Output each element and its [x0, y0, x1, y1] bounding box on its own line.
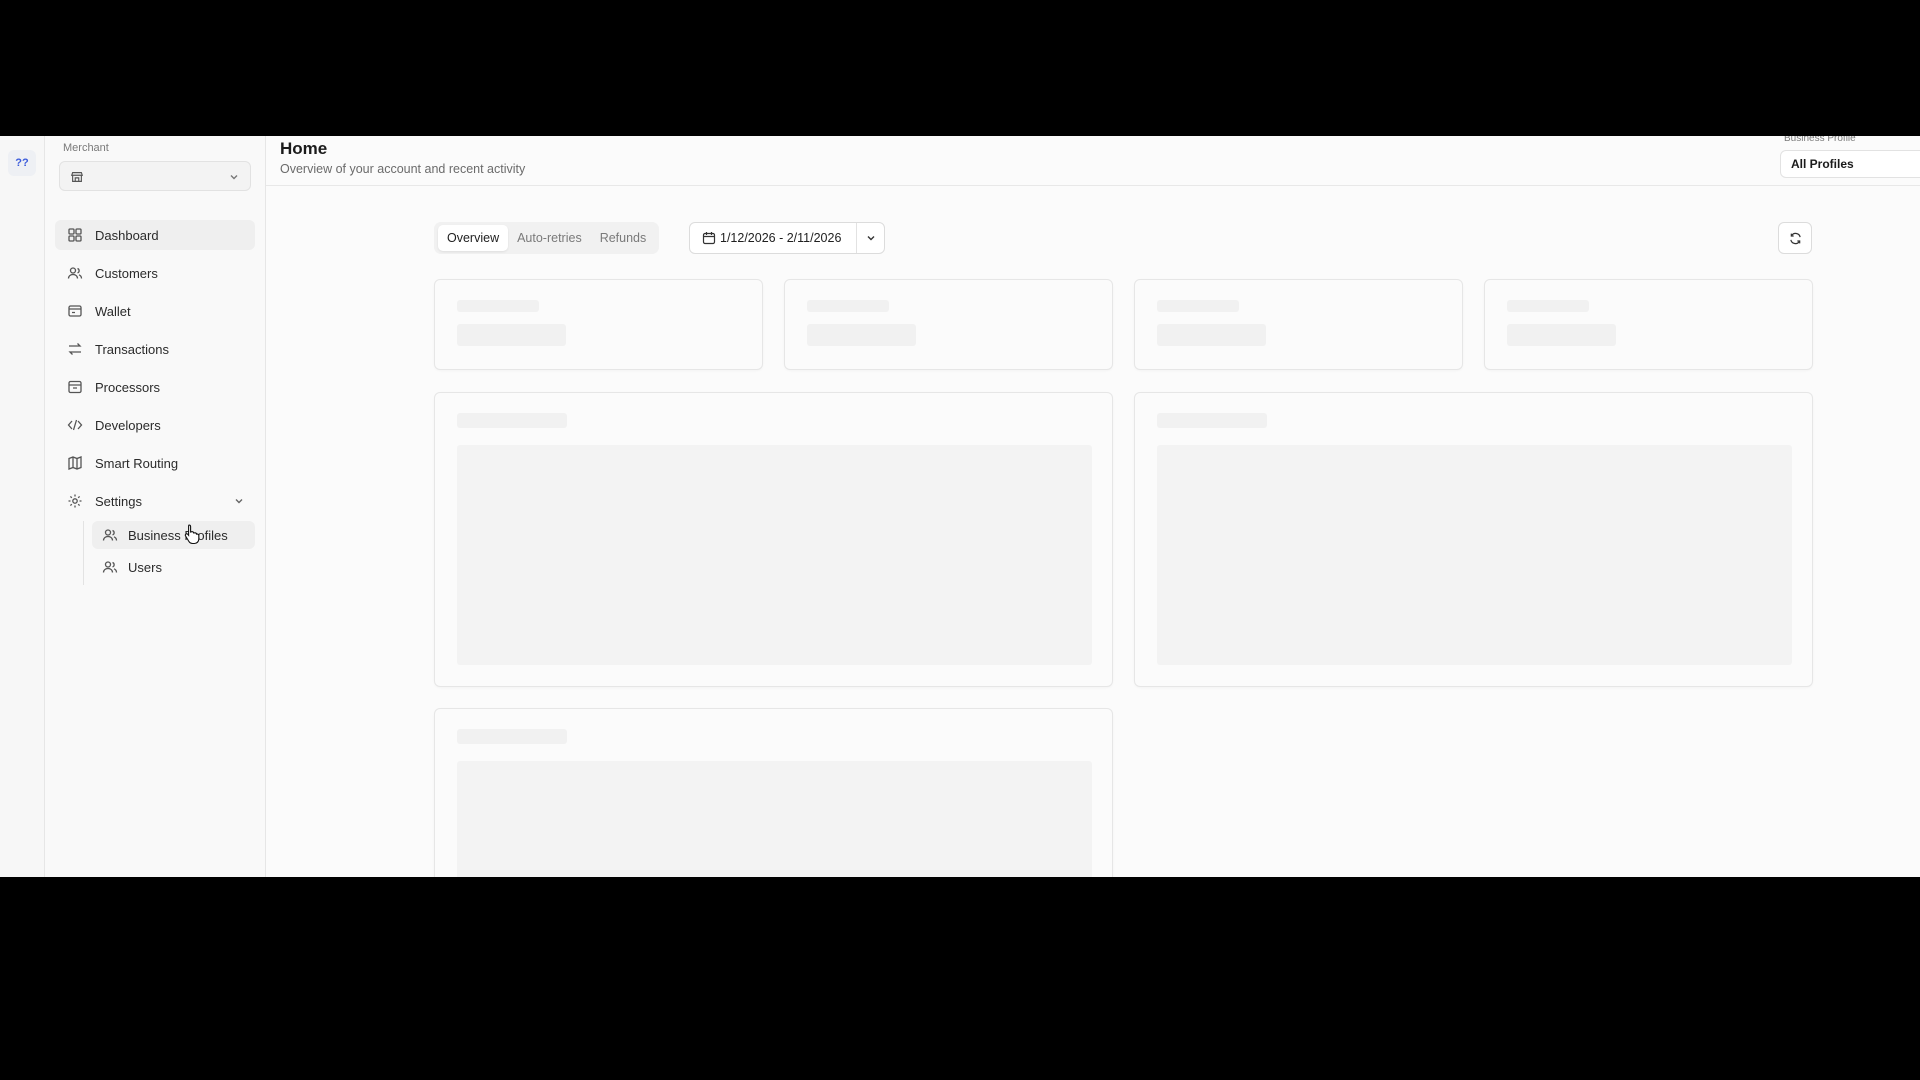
chevron-down-icon[interactable]	[233, 495, 245, 507]
sidebar-item-wallet[interactable]: Wallet	[55, 296, 255, 326]
sidebar-item-transactions[interactable]: Transactions	[55, 334, 255, 364]
sidebar-item-label: Customers	[95, 265, 158, 281]
dashboard-tabs: Overview Auto-retries Refunds	[434, 222, 660, 254]
skeleton-line	[1507, 300, 1589, 312]
chevron-down-icon	[230, 175, 238, 180]
stat-card-skeleton	[1484, 279, 1813, 370]
chart-card-skeleton	[434, 708, 1113, 877]
page-title: Home	[280, 139, 328, 158]
sidebar-item-label: Wallet	[95, 303, 131, 319]
sidebar-item-developers[interactable]: Developers	[55, 410, 255, 440]
grid-icon	[68, 228, 82, 242]
sidebar-item-label: Processors	[95, 379, 161, 395]
stat-card-skeleton	[1134, 279, 1463, 370]
refresh-icon	[1790, 232, 1801, 245]
wallet-icon	[68, 305, 82, 317]
date-range-picker[interactable]: 1/12/2026 - 2/11/2026	[689, 222, 885, 254]
skeleton-line	[1507, 324, 1616, 346]
store-icon	[70, 172, 84, 182]
skeleton-line	[457, 729, 567, 744]
skeleton-chart-area	[457, 761, 1092, 877]
business-profile-label: Business Profile	[1784, 136, 1856, 144]
merchant-select[interactable]	[59, 161, 251, 191]
sidebar-item-smart-routing[interactable]: Smart Routing	[55, 448, 255, 478]
sidebar-item-label: Users	[128, 559, 162, 575]
users-icon	[102, 529, 118, 541]
refresh-button[interactable]	[1778, 222, 1812, 254]
skeleton-chart-area	[457, 445, 1092, 665]
date-picker-divider	[856, 223, 857, 253]
settings-subnav: Business Profiles Users	[83, 521, 255, 585]
app-screen: ?? Merchant Dashboard Customers Wallet T…	[0, 136, 1920, 877]
stat-card-skeleton	[434, 279, 763, 370]
skeleton-line	[457, 324, 566, 346]
sidebar-item-label: Dashboard	[95, 227, 159, 243]
skeleton-chart-area	[1157, 445, 1792, 665]
merchant-label: Merchant	[63, 142, 109, 154]
chart-card-skeleton	[1134, 392, 1813, 687]
skeleton-line	[807, 324, 916, 346]
app-rail: ??	[0, 136, 45, 877]
business-profile-select[interactable]: All Profiles	[1780, 150, 1920, 178]
sidebar-item-business-profiles[interactable]: Business Profiles	[92, 521, 255, 549]
users-icon	[67, 267, 83, 279]
skeleton-line	[807, 300, 889, 312]
gear-icon	[68, 494, 82, 508]
sidebar-item-processors[interactable]: Processors	[55, 372, 255, 402]
skeleton-line	[1157, 324, 1266, 346]
sidebar-item-label: Smart Routing	[95, 455, 179, 471]
date-range-text: 1/12/2026 - 2/11/2026	[720, 231, 842, 245]
sidebar-item-label: Developers	[95, 417, 161, 433]
chart-card-skeleton	[434, 392, 1113, 687]
users-icon	[102, 561, 118, 573]
arrows-swap-icon	[68, 343, 82, 355]
sidebar-item-label: Transactions	[95, 341, 169, 357]
store-icon	[68, 380, 82, 394]
chevron-down-icon[interactable]	[865, 232, 877, 244]
skeleton-line	[457, 300, 539, 312]
page-header: Home Overview of your account and recent…	[266, 136, 1920, 186]
map-icon	[68, 456, 82, 470]
sidebar-item-dashboard[interactable]: Dashboard	[55, 220, 255, 250]
tab-overview[interactable]: Overview	[438, 225, 509, 251]
stat-card-skeleton	[784, 279, 1113, 370]
code-icon	[67, 419, 83, 431]
sidebar-item-users[interactable]: Users	[92, 553, 255, 581]
sidebar-item-settings[interactable]: Settings	[55, 486, 255, 516]
sidebar-nav: Dashboard Customers Wallet Transactions …	[55, 220, 255, 524]
skeleton-line	[1157, 413, 1267, 428]
tab-refunds[interactable]: Refunds	[591, 225, 656, 251]
calendar-icon	[702, 232, 716, 245]
page-subtitle: Overview of your account and recent acti…	[280, 162, 526, 176]
skeleton-line	[1157, 300, 1239, 312]
org-badge[interactable]: ??	[8, 150, 36, 176]
skeleton-line	[457, 413, 567, 428]
mouse-pointer-icon	[184, 524, 200, 545]
sidebar-item-label: Settings	[95, 493, 142, 509]
sidebar-item-customers[interactable]: Customers	[55, 258, 255, 288]
sidebar-item-label: Business Profiles	[128, 527, 228, 543]
tab-auto-retries[interactable]: Auto-retries	[508, 225, 591, 251]
sidebar: Merchant Dashboard Customers Wallet Tran…	[45, 136, 266, 877]
